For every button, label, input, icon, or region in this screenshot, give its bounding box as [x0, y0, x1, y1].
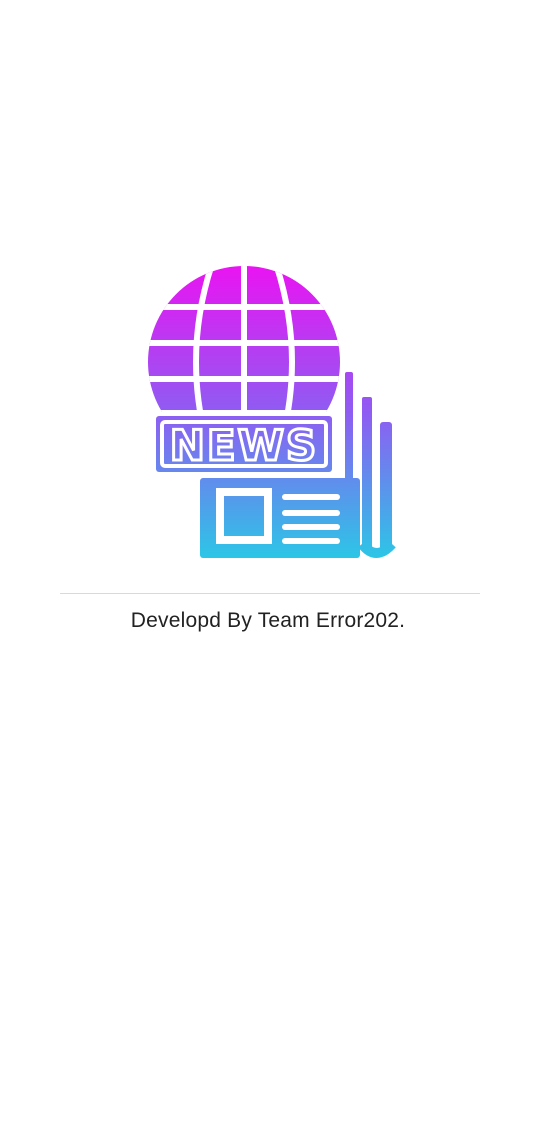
news-globe-newspaper-icon: NEWS — [148, 266, 396, 558]
app-logo: NEWS — [140, 262, 402, 562]
developer-credit: Developd By Team Error202. — [130, 609, 406, 632]
logo-text: NEWS — [170, 421, 318, 470]
splash-screen: NEWS Developd By Team Error202. — [0, 0, 536, 1145]
divider — [60, 593, 480, 594]
